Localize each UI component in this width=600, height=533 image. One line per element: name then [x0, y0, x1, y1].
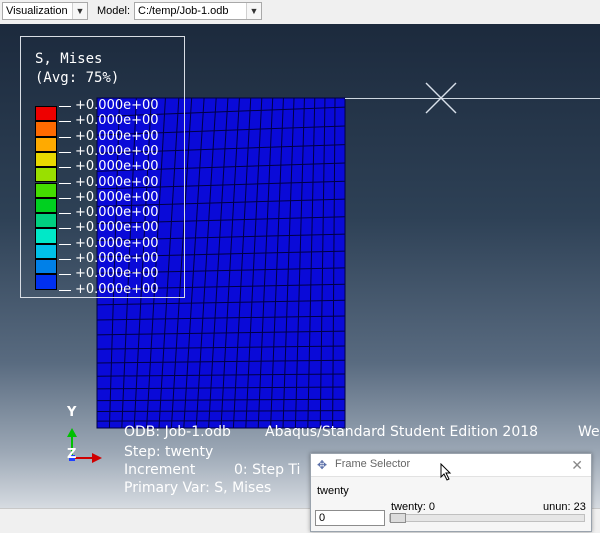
module-select[interactable]: Visualization ▼ [2, 2, 88, 20]
info-step-time: 0: Step Ti [234, 462, 300, 478]
info-primary-var: Primary Var: S, Mises [124, 480, 271, 496]
step-name-label: twenty [317, 485, 349, 497]
model-label: Model: [97, 5, 130, 17]
legend-tick [59, 198, 71, 199]
legend-tick [59, 121, 71, 122]
legend-value: +0.000e+00 [75, 129, 159, 144]
legend-value: +0.000e+00 [75, 113, 159, 128]
legend-value: +0.000e+00 [75, 144, 159, 159]
legend-value: +0.000e+00 [75, 175, 159, 190]
legend-swatch [35, 259, 57, 274]
legend-value: +0.000e+00 [75, 251, 159, 266]
legend-swatch [35, 183, 57, 198]
legend-tick [59, 152, 71, 153]
module-select-value: Visualization [6, 5, 68, 17]
legend-value: +0.000e+00 [75, 282, 159, 297]
info-extra: We [578, 424, 600, 440]
legend-value: +0.000e+00 [75, 236, 159, 251]
legend-value: +0.000e+00 [75, 266, 159, 281]
reference-line [345, 98, 600, 99]
frame-selector-title: Frame Selector [335, 458, 410, 470]
legend-tick [59, 290, 71, 291]
close-icon [424, 81, 458, 115]
legend-swatch [35, 213, 57, 228]
legend-swatch [35, 167, 57, 182]
legend-swatch [35, 106, 57, 121]
cursor-icon [440, 463, 452, 481]
info-step: Step: twenty [124, 444, 213, 460]
legend-swatch [35, 137, 57, 152]
y-axis-label: Y [67, 405, 76, 420]
model-select[interactable]: C:/temp/Job-1.odb ▼ [134, 2, 262, 20]
legend-value: +0.000e+00 [75, 159, 159, 174]
chevron-down-icon[interactable]: ▼ [246, 3, 261, 19]
info-odb: ODB: Job-1.odb [124, 424, 231, 440]
legend-tick [59, 244, 71, 245]
legend-value: +0.000e+00 [75, 190, 159, 205]
model-select-value: C:/temp/Job-1.odb [138, 5, 229, 17]
legend-swatch [35, 228, 57, 243]
legend-value: +0.000e+00 [75, 220, 159, 235]
legend-swatch [35, 121, 57, 136]
viewport[interactable]: S, Mises (Avg: 75%) +0.000e+00+0.000e+00… [0, 24, 600, 508]
toolbar: Visualization ▼ Model: C:/temp/Job-1.odb… [0, 0, 600, 25]
info-increment: Increment [124, 462, 195, 478]
legend-title: S, Mises [35, 51, 102, 67]
move-icon: ✥ [317, 458, 327, 472]
legend-tick [59, 183, 71, 184]
legend-value: +0.000e+00 [75, 98, 159, 113]
frame-slider[interactable] [389, 514, 585, 522]
frame-input[interactable] [315, 510, 385, 526]
legend-value: +0.000e+00 [75, 205, 159, 220]
frame-label: twenty: 0 [391, 501, 435, 513]
legend-tick [59, 274, 71, 275]
legend: S, Mises (Avg: 75%) +0.000e+00+0.000e+00… [20, 36, 185, 298]
legend-tick [59, 213, 71, 214]
frame-max-label: unun: 23 [543, 501, 586, 513]
legend-subtitle: (Avg: 75%) [35, 70, 119, 86]
legend-tick [59, 137, 71, 138]
legend-swatch [35, 244, 57, 259]
legend-swatch [35, 274, 57, 289]
legend-tick [59, 106, 71, 107]
legend-tick [59, 259, 71, 260]
legend-swatch [35, 152, 57, 167]
legend-tick [59, 167, 71, 168]
z-axis-label: Z [67, 447, 76, 462]
frame-slider-thumb[interactable] [390, 513, 406, 523]
legend-swatch [35, 198, 57, 213]
info-edition: Abaqus/Standard Student Edition 2018 [265, 424, 538, 440]
legend-tick [59, 228, 71, 229]
close-icon[interactable]: ✕ [571, 457, 583, 474]
chevron-down-icon[interactable]: ▼ [72, 3, 87, 19]
